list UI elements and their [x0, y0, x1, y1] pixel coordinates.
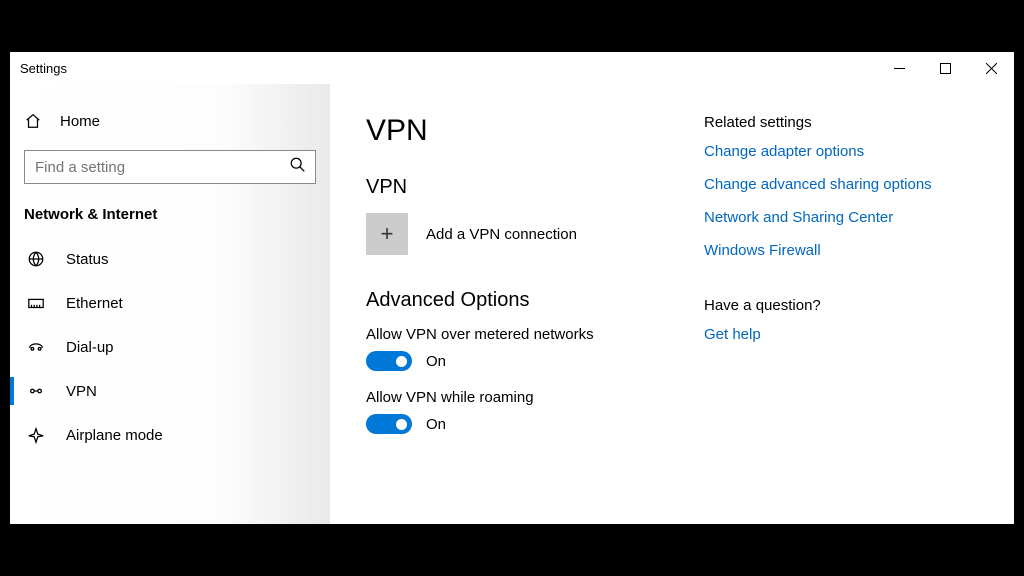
metered-state: On [426, 353, 446, 370]
close-button[interactable] [968, 52, 1014, 84]
vpn-icon [26, 382, 46, 400]
sidebar: Home Network & Internet Status Ether [10, 84, 330, 524]
advanced-section-title: Advanced Options [366, 289, 674, 312]
link-network-center[interactable]: Network and Sharing Center [704, 209, 994, 226]
minimize-button[interactable] [876, 52, 922, 84]
sidebar-item-airplane[interactable]: Airplane mode [10, 413, 330, 457]
roaming-state: On [426, 416, 446, 433]
category-title: Network & Internet [10, 202, 330, 237]
add-vpn-button[interactable]: + Add a VPN connection [366, 213, 674, 255]
sidebar-item-label: Status [66, 251, 109, 268]
window-controls [876, 52, 1014, 84]
home-nav[interactable]: Home [10, 102, 330, 140]
window-body: Home Network & Internet Status Ether [10, 84, 1014, 524]
sidebar-item-label: Ethernet [66, 295, 123, 312]
add-vpn-label: Add a VPN connection [426, 226, 577, 243]
airplane-icon [26, 426, 46, 444]
roaming-label: Allow VPN while roaming [366, 389, 674, 406]
link-adapter[interactable]: Change adapter options [704, 143, 994, 160]
window-title: Settings [20, 61, 67, 76]
sidebar-item-label: VPN [66, 383, 97, 400]
roaming-toggle[interactable] [366, 414, 412, 434]
sidebar-item-dialup[interactable]: Dial-up [10, 325, 330, 369]
settings-column: VPN VPN + Add a VPN connection Advanced … [366, 114, 674, 524]
related-title: Related settings [704, 114, 994, 131]
link-get-help[interactable]: Get help [704, 326, 994, 343]
related-column: Related settings Change adapter options … [704, 114, 994, 524]
settings-window: Settings Home [10, 52, 1014, 524]
sidebar-item-label: Dial-up [66, 339, 114, 356]
metered-option: Allow VPN over metered networks On [366, 326, 674, 371]
question-title: Have a question? [704, 297, 994, 314]
dialup-icon [26, 338, 46, 356]
maximize-button[interactable] [922, 52, 968, 84]
titlebar: Settings [10, 52, 1014, 84]
globe-icon [26, 250, 46, 268]
search-input[interactable] [35, 159, 289, 176]
search-box[interactable] [24, 150, 316, 184]
metered-label: Allow VPN over metered networks [366, 326, 674, 343]
home-label: Home [60, 113, 100, 130]
vpn-section-title: VPN [366, 176, 674, 199]
sidebar-item-label: Airplane mode [66, 427, 163, 444]
link-firewall[interactable]: Windows Firewall [704, 242, 994, 259]
ethernet-icon [26, 294, 46, 312]
main-content: VPN VPN + Add a VPN connection Advanced … [330, 84, 1014, 524]
home-icon [24, 112, 42, 130]
metered-toggle[interactable] [366, 351, 412, 371]
link-sharing[interactable]: Change advanced sharing options [704, 176, 994, 193]
sidebar-item-status[interactable]: Status [10, 237, 330, 281]
roaming-option: Allow VPN while roaming On [366, 389, 674, 434]
question-block: Have a question? Get help [704, 297, 994, 343]
page-title: VPN [366, 114, 674, 148]
search-icon [289, 156, 305, 178]
sidebar-item-ethernet[interactable]: Ethernet [10, 281, 330, 325]
sidebar-item-vpn[interactable]: VPN [10, 369, 330, 413]
plus-icon: + [366, 213, 408, 255]
